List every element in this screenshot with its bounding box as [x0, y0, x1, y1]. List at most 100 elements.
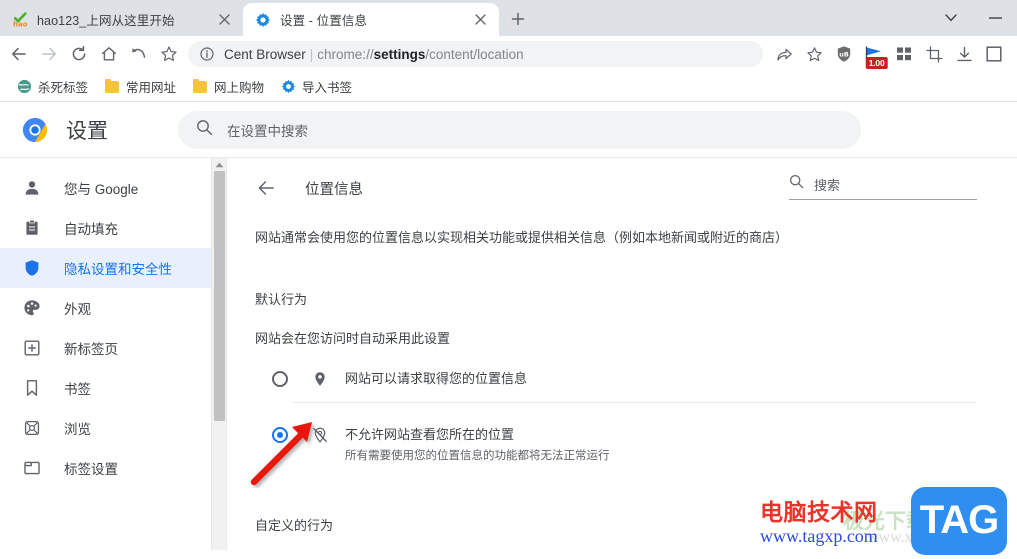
sidebar-scrollbar[interactable] [211, 158, 226, 550]
sidebar-item-browse[interactable]: 浏览 [0, 408, 226, 448]
bookmark-item-kill-tab[interactable]: 杀死标签 [8, 74, 96, 99]
bookmarks-bar: 杀死标签 常用网址 网上购物 导入书签 [0, 72, 1017, 102]
sidebar-item-new-tab-page[interactable]: 新标签页 [0, 328, 226, 368]
tab-title: hao123_上网从这里开始 [37, 14, 175, 28]
sidebar-item-label: 自动填充 [64, 222, 118, 237]
browser-window: hao hao123_上网从这里开始 设置 - 位置信息 Cent Browse… [0, 0, 1017, 559]
gear-icon [280, 79, 296, 95]
new-tab-icon [22, 338, 42, 358]
browser-tab-hao123[interactable]: hao hao123_上网从这里开始 [0, 3, 243, 36]
forward-icon[interactable] [34, 39, 64, 69]
home-icon[interactable] [94, 39, 124, 69]
default-behavior-description: 网站会在您访问时自动采用此设置 [255, 330, 451, 346]
bookmark-star-icon[interactable] [799, 39, 829, 69]
scrollbar-thumb[interactable] [214, 171, 225, 421]
sidebar-item-privacy-security[interactable]: 隐私设置和安全性 [0, 248, 226, 288]
chrome-logo [22, 117, 48, 143]
gear-icon [255, 12, 271, 28]
apps-grid-icon[interactable] [889, 39, 919, 69]
search-icon [196, 119, 213, 141]
close-icon[interactable] [215, 11, 233, 29]
radio-text-allow: 网站可以请求取得您的位置信息 [345, 370, 527, 389]
site-info-icon[interactable] [200, 47, 216, 61]
radio-button-allow[interactable] [272, 370, 288, 387]
sidebar-item-autofill[interactable]: 自动填充 [0, 208, 226, 248]
omnibox-separator: | [309, 46, 314, 62]
settings-title: 设置 [66, 119, 108, 143]
radio-label: 不允许网站查看您所在的位置 [345, 427, 515, 443]
content-search-placeholder: 搜索 [814, 177, 841, 193]
palette-icon [22, 298, 42, 318]
sidebar-item-you-and-google[interactable]: 您与 Google [0, 168, 226, 208]
content-search-input[interactable]: 搜索 [789, 174, 977, 200]
clipboard-icon [22, 218, 42, 238]
chevron-down-icon[interactable] [929, 2, 973, 34]
scroll-up-arrow-icon[interactable] [212, 158, 226, 171]
close-icon[interactable] [471, 11, 489, 29]
settings-sidebar: 您与 Google 自动填充 隐私设置和安全性 外观 新标签页 书签 浏览 标签… [0, 158, 226, 550]
ublock-shield-icon[interactable]: uB [829, 39, 859, 69]
folder-icon [192, 78, 208, 95]
settings-search-input[interactable]: 在设置中搜索 [178, 110, 861, 149]
globe-icon [16, 79, 32, 95]
browse-icon [22, 418, 42, 438]
hao123-favicon: hao [12, 11, 28, 28]
bookmark-label: 网上购物 [214, 81, 265, 95]
location-pin-off-icon [311, 426, 329, 444]
sidebar-item-tab-settings[interactable]: 标签设置 [0, 448, 226, 488]
address-bar-text: Cent Browser | chrome://settings/content/l… [224, 47, 524, 62]
radio-option-allow[interactable]: 网站可以请求取得您的位置信息 [255, 370, 977, 403]
radio-label: 网站可以请求取得您的位置信息 [345, 370, 528, 386]
sidebar-item-bookmarks[interactable]: 书签 [0, 368, 226, 408]
window-controls [929, 0, 1017, 36]
sidebar-item-label: 标签设置 [64, 462, 118, 477]
shield-icon [22, 258, 42, 278]
radio-sublabel: 所有需要使用您的位置信息的功能都将无法正常运行 [345, 450, 610, 463]
share-icon[interactable] [769, 39, 799, 69]
omnibox-scheme: chrome:// [317, 46, 374, 62]
bookmark-label: 导入书签 [302, 81, 353, 95]
back-arrow-icon[interactable] [255, 177, 277, 199]
intro-description: 网站通常会使用您的位置信息以实现相关功能或提供相关信息（例如本地新闻或附近的商店… [255, 230, 789, 245]
sidebar-panel-icon[interactable] [979, 39, 1009, 69]
sidebar-item-label: 外观 [64, 302, 91, 317]
bookmark-label: 杀死标签 [38, 81, 89, 95]
address-bar[interactable]: Cent Browser | chrome://settings/content/l… [188, 41, 763, 67]
back-icon[interactable] [4, 39, 34, 69]
bookmark-folder-common-sites[interactable]: 常用网址 [96, 74, 184, 99]
settings-main-content: 位置信息 搜索 网站通常会使用您的位置信息以实现相关功能或提供相关信息（例如本地… [227, 158, 1017, 550]
folder-icon [104, 78, 120, 95]
browser-tab-settings[interactable]: 设置 - 位置信息 [243, 3, 499, 36]
minimize-button[interactable] [973, 2, 1017, 34]
radio-text-block: 不允许网站查看您所在的位置 所有需要使用您的位置信息的功能都将无法正常运行 [345, 426, 610, 465]
settings-body: 您与 Google 自动填充 隐私设置和安全性 外观 新标签页 书签 浏览 标签… [0, 158, 1017, 550]
settings-header: 设置 在设置中搜索 [0, 102, 1017, 158]
star-outline-icon[interactable] [154, 39, 184, 69]
browser-toolbar: Cent Browser | chrome://settings/content/l… [0, 36, 1017, 72]
tab-title: 设置 - 位置信息 [280, 14, 368, 28]
new-tab-button[interactable] [504, 5, 532, 33]
custom-behavior-heading: 自定义的行为 [255, 517, 334, 533]
bookmark-label: 常用网址 [126, 81, 177, 95]
sidebar-item-label: 新标签页 [64, 342, 118, 357]
page-header: 位置信息 搜索 [255, 158, 977, 212]
flag-badge: 1.00 [865, 57, 888, 69]
option-divider [293, 402, 977, 404]
svg-text:hao: hao [13, 20, 28, 28]
radio-button-block[interactable] [272, 427, 288, 444]
bookmark-folder-online-shopping[interactable]: 网上购物 [184, 74, 272, 99]
bookmark-item-import[interactable]: 导入书签 [272, 74, 360, 99]
default-behavior-heading: 默认行为 [255, 291, 308, 307]
flag-icon[interactable]: 1.00 [859, 39, 889, 69]
omnibox-brand: Cent Browser [224, 46, 306, 62]
location-pin-icon [311, 370, 329, 388]
crop-capture-icon[interactable] [919, 39, 949, 69]
download-icon[interactable] [949, 39, 979, 69]
omnibox-bold-segment: settings [373, 46, 426, 62]
undo-icon[interactable] [124, 39, 154, 69]
sidebar-item-appearance[interactable]: 外观 [0, 288, 226, 328]
sidebar-item-label: 您与 Google [64, 182, 139, 197]
reload-icon[interactable] [64, 39, 94, 69]
radio-option-block[interactable]: 不允许网站查看您所在的位置 所有需要使用您的位置信息的功能都将无法正常运行 [255, 426, 977, 479]
page-title: 位置信息 [305, 181, 363, 198]
